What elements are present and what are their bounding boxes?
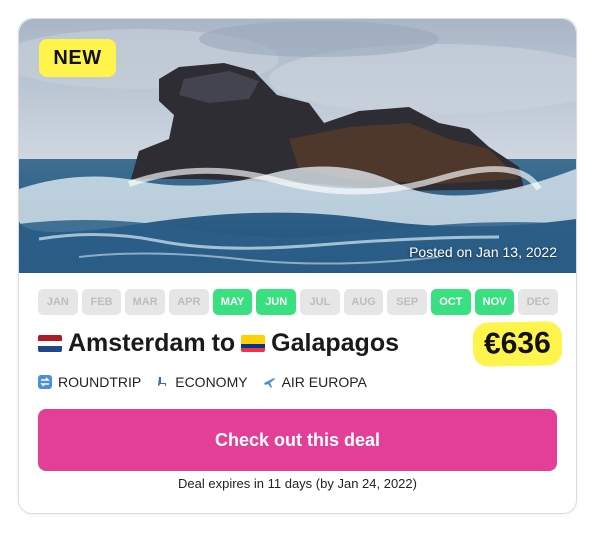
month-jun: JUN <box>256 289 297 315</box>
new-badge: NEW <box>39 39 116 77</box>
month-sep: SEP <box>387 289 428 315</box>
month-oct: OCT <box>431 289 471 315</box>
route-connector: to <box>211 329 236 357</box>
month-aug: AUG <box>343 289 384 315</box>
flag-ecuador-icon <box>241 335 266 352</box>
route-destination: Galapagos <box>271 329 399 357</box>
price-tag: €636 <box>475 324 560 364</box>
month-may: MAY <box>212 289 253 315</box>
deal-meta: ROUNDTRIP ECONOMY AIR EUROPA <box>38 374 367 390</box>
month-dec: DEC <box>518 289 559 315</box>
roundtrip-icon <box>38 375 52 389</box>
month-feb: FEB <box>81 289 122 315</box>
month-mar: MAR <box>125 289 166 315</box>
route-origin: Amsterdam <box>68 329 206 357</box>
posted-date: Posted on Jan 13, 2022 <box>409 244 557 260</box>
deal-card[interactable]: NEW Posted on Jan 13, 2022 JAN FEB MAR APR M… <box>18 18 577 514</box>
price-value: €636 <box>475 324 560 364</box>
deal-expiry: Deal expires in 11 days (by Jan 24, 2022… <box>178 476 417 491</box>
cabin-label: ECONOMY <box>175 374 248 390</box>
airline: AIR EUROPA <box>262 374 367 390</box>
seat-icon <box>155 375 169 389</box>
month-apr: APR <box>169 289 209 315</box>
cabin-class: ECONOMY <box>155 374 248 390</box>
flag-netherlands-icon <box>38 335 62 352</box>
airline-label: AIR EUROPA <box>281 374 367 390</box>
airplane-icon <box>262 375 276 389</box>
route-title: Amsterdam to Galapagos <box>38 329 399 358</box>
trip-type: ROUNDTRIP <box>38 374 141 390</box>
month-jul: JUL <box>300 289 340 315</box>
month-nov: NOV <box>474 289 515 315</box>
check-deal-button[interactable]: Check out this deal <box>38 409 557 471</box>
travel-months: JAN FEB MAR APR MAY JUN JUL AUG SEP OCT NOV DEC <box>38 289 559 315</box>
hero-image[interactable]: NEW Posted on Jan 13, 2022 <box>19 19 576 273</box>
trip-type-label: ROUNDTRIP <box>58 374 142 390</box>
month-jan: JAN <box>38 289 78 315</box>
